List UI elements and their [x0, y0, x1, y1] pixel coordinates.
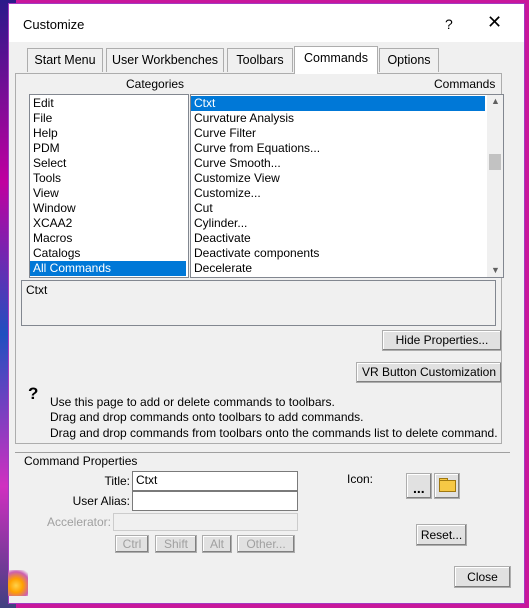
scroll-up-icon[interactable]: ▲: [491, 96, 500, 106]
command-item[interactable]: Customize...: [191, 186, 503, 201]
commands-list[interactable]: Ctxt Curvature Analysis Curve Filter Cur…: [190, 94, 504, 278]
command-item-selected[interactable]: Ctxt: [191, 96, 485, 111]
command-item[interactable]: Cylinder...: [191, 216, 503, 231]
reset-button[interactable]: Reset...: [416, 524, 467, 546]
command-item[interactable]: Decelerate: [191, 261, 503, 276]
question-mark-icon: ?: [28, 384, 39, 403]
title-bar: Customize ? ✕: [9, 4, 524, 42]
category-item[interactable]: Tools: [30, 171, 188, 186]
accelerator-field: [113, 513, 298, 531]
ellipsis-icon: ...: [413, 480, 425, 496]
other-modifier-button: Other...: [237, 535, 295, 553]
command-description-box: Ctxt: [21, 280, 496, 326]
category-item[interactable]: PDM: [30, 141, 188, 156]
help-text-line: Drag and drop commands onto toolbars to …: [50, 410, 364, 424]
category-item-selected[interactable]: All Commands: [30, 261, 186, 276]
category-item[interactable]: Edit: [30, 96, 188, 111]
category-item[interactable]: Help: [30, 126, 188, 141]
tab-user-workbenches[interactable]: User Workbenches: [106, 48, 224, 72]
close-window-button[interactable]: ✕: [487, 12, 502, 33]
command-item[interactable]: Curve Filter: [191, 126, 503, 141]
window-title: Customize: [23, 17, 85, 32]
tab-options[interactable]: Options: [379, 48, 439, 72]
icon-label: Icon:: [347, 472, 374, 486]
command-item[interactable]: Curve from Equations...: [191, 141, 503, 156]
decorative-graphic: [8, 570, 28, 596]
open-icon-folder-button[interactable]: [434, 473, 460, 499]
title-label: Title:: [104, 474, 130, 488]
user-alias-label: User Alias:: [72, 494, 130, 508]
command-description-text: Ctxt: [26, 283, 48, 297]
categories-label: Categories: [126, 77, 185, 91]
scroll-down-icon[interactable]: ▼: [491, 265, 500, 275]
scroll-thumb[interactable]: [489, 154, 501, 170]
help-text-line: Drag and drop commands from toolbars ont…: [50, 426, 498, 440]
command-item[interactable]: Curve Smooth...: [191, 156, 503, 171]
command-item[interactable]: Customize View: [191, 171, 503, 186]
hide-properties-button[interactable]: Hide Properties...: [382, 330, 502, 351]
category-item[interactable]: File: [30, 111, 188, 126]
title-field[interactable]: Ctxt: [132, 471, 298, 491]
command-properties-label: Command Properties: [24, 454, 138, 468]
tab-commands[interactable]: Commands: [294, 46, 378, 74]
icon-browse-button[interactable]: ...: [406, 473, 432, 499]
user-alias-field[interactable]: [132, 491, 298, 511]
command-item[interactable]: Deactivate components: [191, 246, 503, 261]
categories-list[interactable]: Edit File Help PDM Select Tools View Win…: [29, 94, 189, 278]
category-item[interactable]: View: [30, 186, 188, 201]
command-item[interactable]: Deactivate: [191, 231, 503, 246]
shift-modifier-button: Shift: [155, 535, 197, 553]
vr-button-customization-button[interactable]: VR Button Customization: [356, 362, 502, 383]
folder-icon: [439, 480, 456, 492]
help-text-line: Use this page to add or delete commands …: [50, 395, 335, 409]
alt-modifier-button: Alt: [202, 535, 232, 553]
commands-label: Commands: [434, 77, 496, 91]
close-button[interactable]: Close: [454, 566, 511, 588]
tab-start-menu[interactable]: Start Menu: [27, 48, 103, 72]
command-item[interactable]: Curvature Analysis: [191, 111, 503, 126]
command-properties-separator: [15, 452, 510, 453]
commands-scrollbar[interactable]: ▲ ▼: [487, 95, 503, 277]
accelerator-label: Accelerator:: [46, 515, 111, 529]
help-button[interactable]: ?: [445, 16, 453, 32]
category-item[interactable]: Catalogs: [30, 246, 188, 261]
tab-toolbars[interactable]: Toolbars: [227, 48, 293, 72]
category-item[interactable]: XCAA2: [30, 216, 188, 231]
command-item[interactable]: Cut: [191, 201, 503, 216]
category-item[interactable]: Macros: [30, 231, 188, 246]
category-item[interactable]: Select: [30, 156, 188, 171]
ctrl-modifier-button: Ctrl: [115, 535, 149, 553]
category-item[interactable]: Window: [30, 201, 188, 216]
